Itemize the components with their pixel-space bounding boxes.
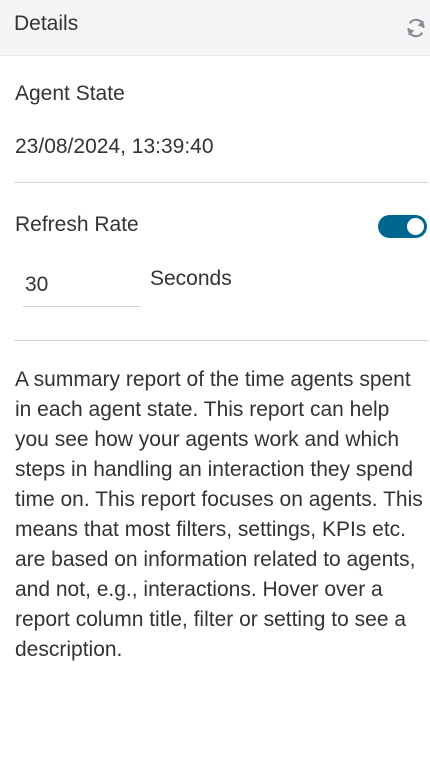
details-panel: Details Agent State 23/08/2024, 13:39:40… — [0, 0, 430, 778]
toggle-knob — [407, 218, 424, 235]
report-description: A summary report of the time agents spen… — [15, 368, 423, 661]
agent-state-title: Agent State — [15, 82, 125, 105]
agent-state-timestamp: 23/08/2024, 13:39:40 — [15, 135, 214, 158]
panel-header: Details — [0, 0, 430, 56]
divider — [14, 182, 428, 183]
seconds-label: Seconds — [150, 267, 232, 290]
panel-title: Details — [14, 12, 79, 35]
refresh-rate-input[interactable] — [23, 263, 140, 307]
refresh-rate-toggle[interactable] — [378, 215, 427, 238]
refresh-rate-label: Refresh Rate — [15, 213, 139, 236]
divider — [14, 340, 428, 341]
refresh-icon[interactable] — [404, 16, 428, 40]
